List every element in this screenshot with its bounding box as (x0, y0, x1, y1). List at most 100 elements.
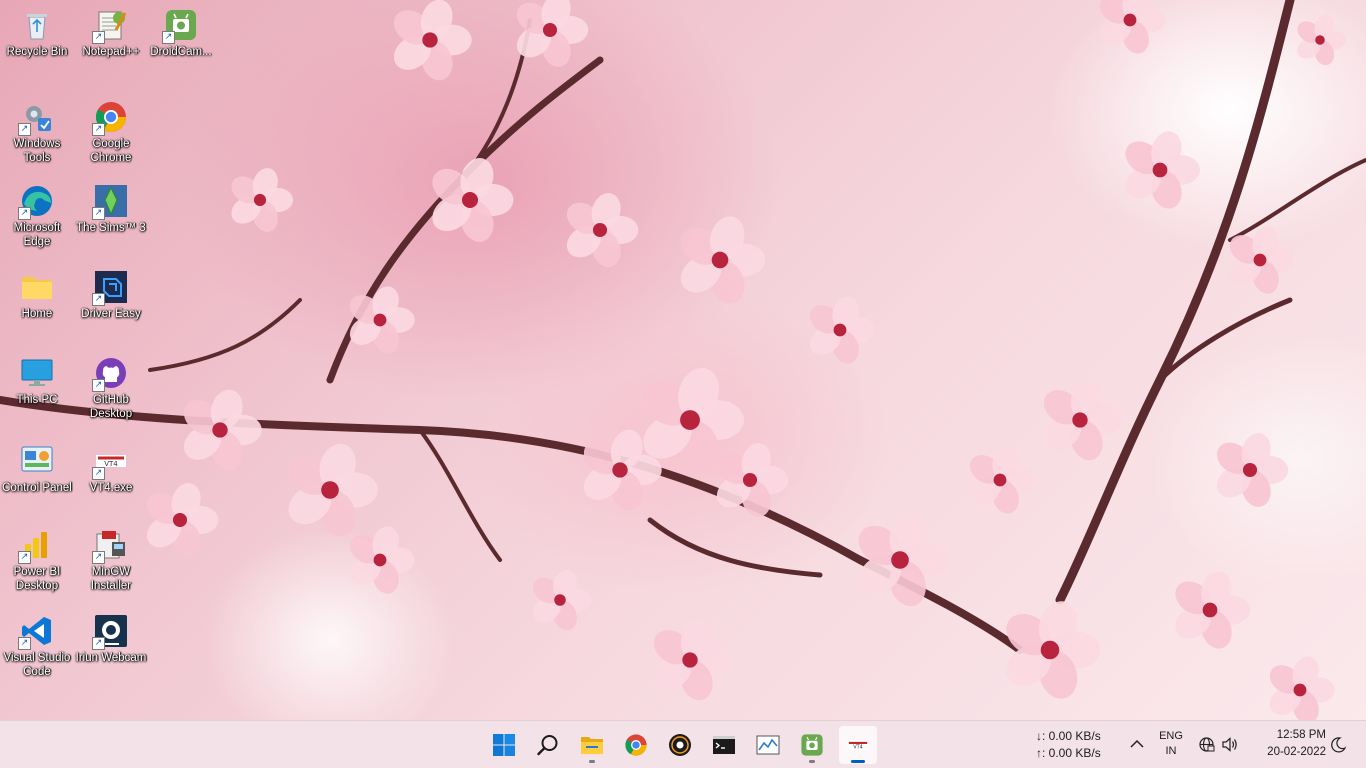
desktop-icon-label: Iriun Webcam (75, 652, 147, 664)
recycle-bin-icon (20, 8, 54, 42)
shortcut-arrow-icon: ↗ (18, 551, 31, 564)
taskbar-button-chrome[interactable] (617, 726, 655, 764)
desktop-icon-windows-tools[interactable]: ↗ Windows Tools (0, 96, 74, 165)
download-speed: ↓: 0.00 KB/s (1036, 729, 1101, 743)
active-window-indicator (851, 760, 865, 763)
taskbar: VT4 ↓: 0.00 KB/s ↑: 0.00 KB/s ENG IN 12:… (0, 720, 1366, 768)
shortcut-arrow-icon: ↗ (92, 31, 105, 44)
desktop-icon-github-desktop[interactable]: ↗ GitHub Desktop (74, 352, 148, 421)
desktop-icon-this-pc[interactable]: This PC (0, 352, 74, 407)
chrome-icon (624, 733, 648, 757)
shortcut-arrow-icon: ↗ (18, 637, 31, 650)
shortcut-arrow-icon: ↗ (92, 207, 105, 220)
desktop-icon-label: Microsoft Edge (13, 222, 61, 248)
desktop-icon-label: Control Panel (2, 482, 72, 494)
search-icon (536, 733, 560, 757)
upload-speed: ↑: 0.00 KB/s (1036, 746, 1101, 760)
terminal-icon (712, 733, 736, 757)
clock-time: 12:58 PM (1276, 729, 1326, 741)
desktop-icon-recycle-bin[interactable]: Recycle Bin (0, 4, 74, 59)
taskbar-button-start[interactable] (485, 726, 523, 764)
taskbar-button-file-explorer[interactable] (573, 726, 611, 764)
mingw-icon: ↗ (92, 528, 128, 564)
speaker-icon (1222, 737, 1237, 752)
desktop-icon-label: VT4.exe (89, 482, 133, 494)
taskbar-button-performance-monitor[interactable] (749, 726, 787, 764)
taskbar-button-droidcam[interactable] (793, 726, 831, 764)
shortcut-arrow-icon: ↗ (92, 637, 105, 650)
keyboard-region: IN (1165, 745, 1177, 757)
desktop-icon-label: MinGW Installer (90, 566, 132, 592)
iriun-webcam-icon: ↗ (92, 614, 128, 650)
desktop-icon-label: Driver Easy (81, 308, 141, 320)
vt4-icon: VT4 (846, 733, 870, 757)
edge-icon: ↗ (18, 184, 54, 220)
desktop-background: Recycle Bin ↗ Notepad++ ↗ DroidCam... ↗ Window… (0, 0, 1366, 720)
chevron-up-icon (1130, 739, 1144, 748)
shortcut-arrow-icon: ↗ (92, 551, 105, 564)
language-indicator[interactable]: ENG IN (1154, 729, 1188, 761)
svg-text:VT4: VT4 (853, 745, 863, 751)
show-hidden-icons-button[interactable] (1126, 733, 1148, 755)
shortcut-arrow-icon: ↗ (92, 467, 105, 480)
shortcut-arrow-icon: ↗ (162, 31, 175, 44)
desktop-icon-iriun-webcam[interactable]: ↗ Iriun Webcam (74, 610, 148, 665)
shortcut-arrow-icon: ↗ (92, 123, 105, 136)
shortcut-arrow-icon: ↗ (18, 123, 31, 136)
clock-date: 20-02-2022 (1267, 746, 1326, 758)
quick-settings-button[interactable] (1196, 733, 1246, 757)
running-indicator (589, 760, 595, 763)
taskbar-button-terminal[interactable] (705, 726, 743, 764)
moon-focus-icon (1331, 737, 1347, 753)
performance-icon (756, 733, 780, 757)
taskbar-button-search[interactable] (529, 726, 567, 764)
network-speed-widget[interactable]: ↓: 0.00 KB/s ↑: 0.00 KB/s (1036, 727, 1116, 763)
desktop-icon-driver-easy[interactable]: ↗ Driver Easy (74, 266, 148, 321)
desktop-icon-label: Power BI Desktop (13, 566, 61, 592)
desktop-icon-microsoft-edge[interactable]: ↗ Microsoft Edge (0, 180, 74, 249)
taskbar-button-media-player[interactable] (661, 726, 699, 764)
media-player-icon (668, 733, 692, 757)
desktop-icon-vt4-exe[interactable]: VT4 ↗ VT4.exe (74, 440, 148, 495)
monitor-icon (20, 356, 54, 390)
desktop-icon-label: Notepad++ (82, 46, 140, 58)
desktop-icon-label: The Sims™ 3 (76, 222, 146, 234)
chrome-icon: ↗ (92, 100, 128, 136)
desktop-icon-label: Visual Studio Code (3, 652, 71, 678)
control-panel-icon (20, 444, 54, 478)
taskbar-button-vt4[interactable]: VT4 (839, 726, 877, 764)
svg-text:VT4: VT4 (104, 460, 118, 468)
network-globe-icon (1199, 737, 1215, 752)
shortcut-arrow-icon: ↗ (92, 379, 105, 392)
clock-widget[interactable]: 12:58 PM 20-02-2022 (1252, 727, 1326, 763)
desktop-icon-home[interactable]: Home (0, 266, 74, 321)
power-bi-icon: ↗ (18, 528, 54, 564)
windows-tools-icon: ↗ (18, 100, 54, 136)
desktop-icon-google-chrome[interactable]: ↗ Google Chrome (74, 96, 148, 165)
vscode-icon: ↗ (18, 614, 54, 650)
shortcut-arrow-icon: ↗ (92, 293, 105, 306)
notepad-plus-plus-icon: ↗ (92, 8, 128, 44)
desktop-icon-label: Home (21, 308, 53, 320)
desktop-icon-mingw-installer[interactable]: ↗ MinGW Installer (74, 524, 148, 593)
vt4-icon: VT4 ↗ (92, 444, 128, 480)
desktop-icon-visual-studio-code[interactable]: ↗ Visual Studio Code (0, 610, 74, 679)
file-explorer-icon (580, 733, 604, 757)
desktop-icon-power-bi-desktop[interactable]: ↗ Power BI Desktop (0, 524, 74, 593)
cherry-blossom-wallpaper (0, 0, 1366, 720)
windows-start-icon (492, 733, 516, 757)
desktop-icon-notepad-plus-plus[interactable]: ↗ Notepad++ (74, 4, 148, 59)
desktop-icon-the-sims-3[interactable]: ↗ The Sims™ 3 (74, 180, 148, 235)
desktop-icon-control-panel[interactable]: Control Panel (0, 440, 74, 495)
desktop-icon-droidcam[interactable]: ↗ DroidCam... (144, 4, 218, 59)
desktop-icon-label: Windows Tools (13, 138, 61, 164)
github-icon: ↗ (92, 356, 128, 392)
desktop-icon-label: Google Chrome (90, 138, 132, 164)
folder-icon (20, 270, 54, 304)
language-code: ENG (1159, 730, 1183, 742)
desktop-icon-label: Recycle Bin (6, 46, 68, 58)
desktop-icon-label: GitHub Desktop (89, 394, 133, 420)
driver-easy-icon: ↗ (92, 270, 128, 306)
notification-center-button[interactable] (1328, 733, 1350, 757)
droidcam-icon: ↗ (162, 8, 198, 44)
